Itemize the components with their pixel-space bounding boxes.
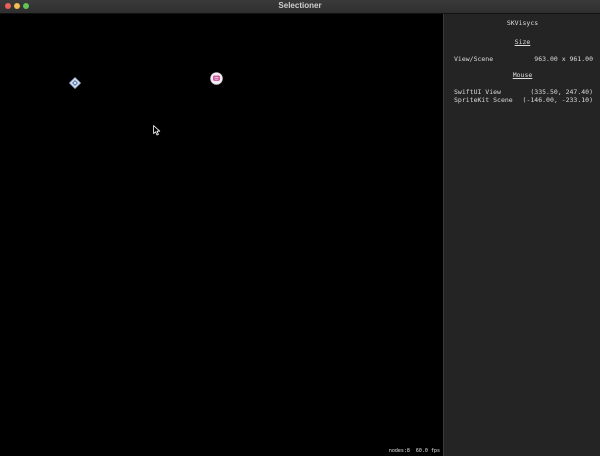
title-bar[interactable]: Selectioner <box>0 0 600 14</box>
spritekit-scene-label: SpriteKit Scene <box>454 96 513 104</box>
swiftui-view-value: (335.50, 247.40) <box>530 88 593 96</box>
spritekit-scene-value: (-146.00, -233.10) <box>522 96 593 104</box>
swiftui-view-coords-row: SwiftUI View (335.50, 247.40) <box>454 88 593 96</box>
panel-title: SKVisycs <box>506 19 539 27</box>
mouse-pointer-icon <box>153 125 161 136</box>
view-scene-size-row: View/Scene 963.00 x 961.00 <box>454 55 593 63</box>
window-title: Selectioner <box>278 1 322 10</box>
swiftui-view-label: SwiftUI View <box>454 88 501 96</box>
info-panel: SKVisycs Size View/Scene 963.00 x 961.00… <box>443 14 600 456</box>
spritekit-scene-coords-row: SpriteKit Scene (-146.00, -233.10) <box>454 96 593 104</box>
sprite-scene[interactable]: nodes:8 60.0 fps <box>0 14 443 456</box>
mouse-section-heading: Mouse <box>512 71 533 79</box>
app-window: Selectioner nodes:8 60.0 fps SKVisycs Si… <box>0 0 600 456</box>
round-sprite[interactable] <box>210 72 223 85</box>
scene-stats-readout: nodes:8 60.0 fps <box>388 448 440 454</box>
view-scene-size-label: View/Scene <box>454 55 494 63</box>
view-scene-size-value: 963.00 x 961.00 <box>534 55 593 63</box>
diamond-sprite[interactable] <box>69 77 81 89</box>
size-section-heading: Size <box>514 38 531 46</box>
